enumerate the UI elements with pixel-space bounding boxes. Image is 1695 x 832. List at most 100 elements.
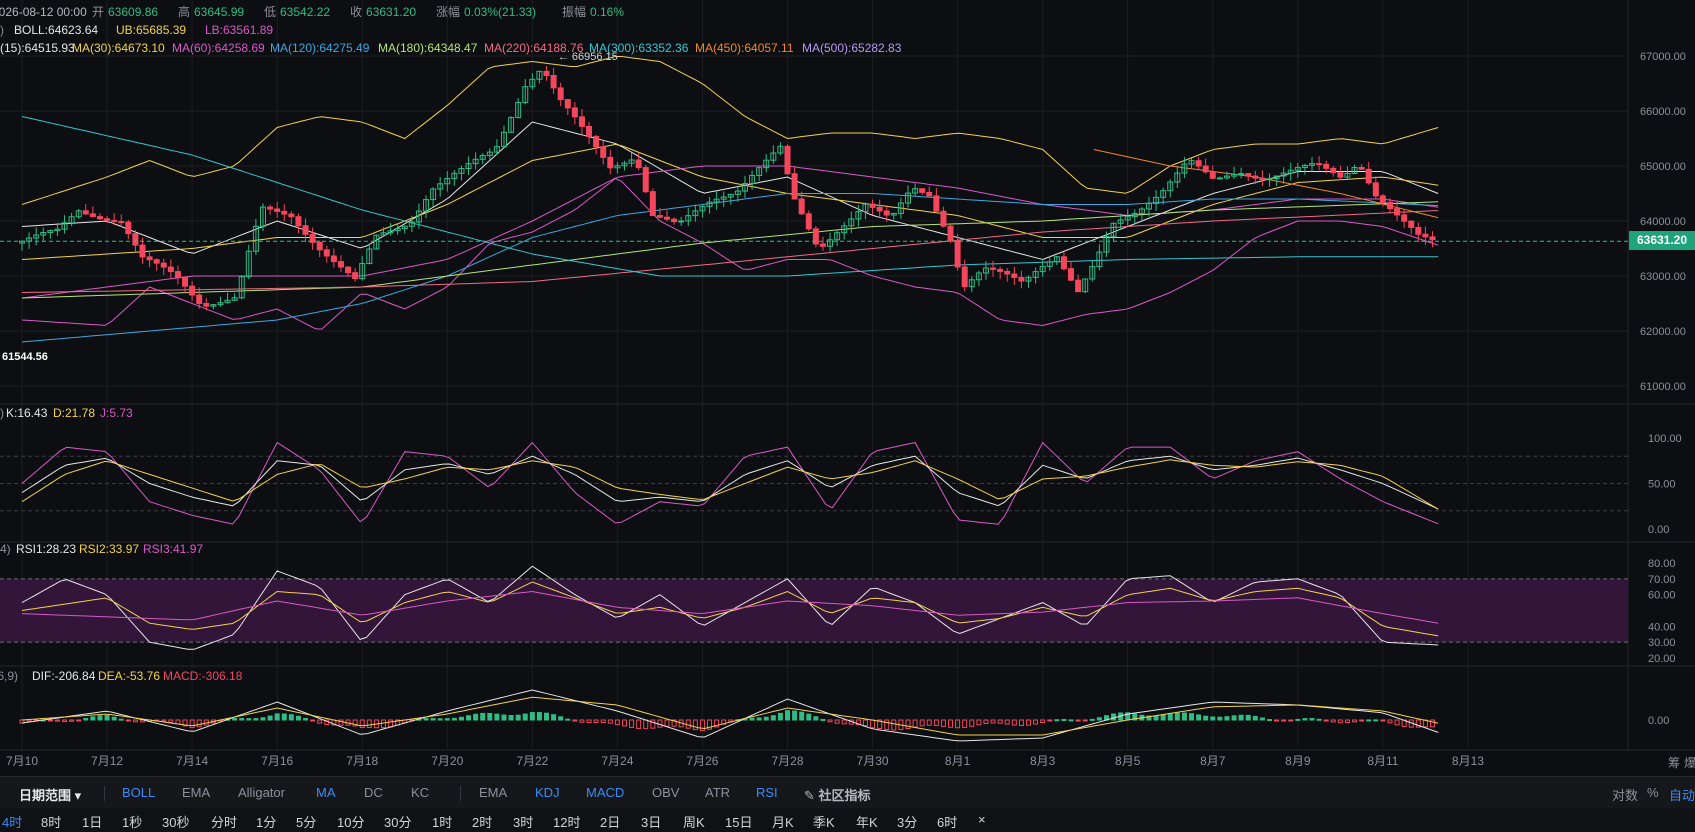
timeframe-6[interactable]: 1分	[256, 812, 276, 831]
timeframe-17[interactable]: 15日	[725, 812, 752, 831]
candle[interactable]	[302, 225, 309, 235]
candle[interactable]	[1068, 268, 1075, 281]
candle[interactable]	[564, 99, 571, 109]
candle[interactable]	[1075, 279, 1082, 293]
candle[interactable]	[649, 191, 656, 217]
candle[interactable]	[1266, 178, 1273, 181]
candle[interactable]	[132, 233, 139, 246]
log-scale-toggle[interactable]: 对数	[1612, 785, 1638, 804]
date-range-button[interactable]: 日期范围 ▾	[19, 785, 81, 804]
candle[interactable]	[593, 135, 600, 148]
candle[interactable]	[1365, 168, 1372, 184]
candle[interactable]	[550, 75, 557, 89]
timeframe-5[interactable]: 分时	[211, 812, 237, 831]
candle[interactable]	[288, 213, 295, 218]
candle[interactable]	[578, 116, 585, 127]
timeframe-21[interactable]: 3分	[897, 812, 917, 831]
candle[interactable]	[1238, 173, 1245, 176]
candle[interactable]	[947, 225, 954, 241]
candle[interactable]	[1018, 276, 1025, 282]
indicator-ema[interactable]: EMA	[182, 785, 210, 800]
candle[interactable]	[1202, 165, 1209, 173]
candle[interactable]	[274, 208, 281, 212]
candle[interactable]	[571, 107, 578, 118]
candle[interactable]	[1245, 173, 1252, 177]
timeframe-7[interactable]: 5分	[296, 812, 316, 831]
candle[interactable]	[997, 268, 1004, 272]
candle[interactable]	[118, 220, 125, 223]
candle[interactable]	[104, 218, 111, 221]
candle[interactable]	[543, 70, 550, 77]
candle[interactable]	[146, 256, 153, 261]
close-timeframes-icon[interactable]: ×	[978, 812, 986, 827]
candle[interactable]	[1330, 167, 1337, 174]
candle[interactable]	[1323, 163, 1330, 169]
candle[interactable]	[664, 216, 671, 220]
candle[interactable]	[805, 213, 812, 230]
candle[interactable]	[337, 261, 344, 268]
indicator-obv[interactable]: OBV	[652, 785, 679, 800]
candle[interactable]	[954, 239, 961, 268]
candle[interactable]	[125, 221, 132, 235]
candle[interactable]	[196, 294, 203, 304]
auto-scale-toggle[interactable]: 自动	[1669, 785, 1695, 804]
timeframe-13[interactable]: 12时	[553, 812, 580, 831]
candle[interactable]	[1372, 182, 1379, 197]
candle[interactable]	[1337, 172, 1344, 178]
indicator-alligator[interactable]: Alligator	[238, 785, 285, 800]
timeframe-19[interactable]: 季K	[813, 812, 835, 831]
community-indicators-button[interactable]: ✎ 社区指标	[804, 785, 871, 804]
candle[interactable]	[635, 159, 642, 169]
candle[interactable]	[607, 156, 614, 169]
indicator-ma[interactable]: MA	[316, 785, 336, 800]
candle[interactable]	[798, 198, 805, 215]
candle[interactable]	[819, 243, 826, 247]
timeframe-14[interactable]: 2日	[600, 812, 620, 831]
candle[interactable]	[203, 302, 210, 307]
candle[interactable]	[1209, 171, 1216, 179]
candle[interactable]	[961, 266, 968, 288]
candle[interactable]	[1379, 195, 1386, 203]
candle[interactable]	[316, 241, 323, 251]
candle[interactable]	[189, 285, 196, 296]
candle[interactable]	[990, 267, 997, 270]
indicator-kc[interactable]: KC	[411, 785, 429, 800]
candle[interactable]	[167, 266, 174, 273]
candle[interactable]	[600, 146, 607, 158]
candle[interactable]	[160, 262, 167, 268]
candle[interactable]	[182, 276, 189, 287]
candle[interactable]	[139, 244, 146, 258]
percent-scale-toggle[interactable]: %	[1647, 785, 1659, 800]
timeframe-22[interactable]: 6时	[937, 812, 957, 831]
candle[interactable]	[557, 87, 564, 101]
indicator-ema-sub[interactable]: EMA	[479, 785, 507, 800]
timeframe-3[interactable]: 1秒	[122, 812, 142, 831]
candle[interactable]	[1401, 214, 1408, 222]
price-chart[interactable]: 67000.00 66000.00 65000.00 64000.00 63000.00…	[0, 0, 1695, 776]
candle[interactable]	[876, 206, 883, 212]
candle[interactable]	[82, 210, 89, 215]
candle[interactable]	[1060, 256, 1067, 270]
indicator-boll[interactable]: BOLL	[122, 785, 155, 800]
indicator-rsi[interactable]: RSI	[756, 785, 778, 800]
timeframe-11[interactable]: 2时	[472, 812, 492, 831]
timeframe-2[interactable]: 1日	[82, 812, 102, 831]
candle[interactable]	[784, 145, 791, 175]
candle[interactable]	[281, 210, 288, 215]
candle[interactable]	[1316, 163, 1323, 166]
candle[interactable]	[1415, 226, 1422, 235]
timeframe-15[interactable]: 3日	[641, 812, 661, 831]
candle[interactable]	[1252, 175, 1259, 179]
candle[interactable]	[933, 195, 940, 212]
indicator-dc[interactable]: DC	[364, 785, 383, 800]
timeframe-16[interactable]: 周K	[683, 812, 705, 831]
candle[interactable]	[1386, 201, 1393, 210]
candle[interactable]	[1195, 160, 1202, 167]
candle[interactable]	[89, 213, 96, 218]
candle[interactable]	[330, 255, 337, 263]
candle[interactable]	[1259, 177, 1266, 181]
candle[interactable]	[174, 271, 181, 278]
candle[interactable]	[1422, 233, 1429, 238]
timeframe-10[interactable]: 1时	[432, 812, 452, 831]
candle[interactable]	[295, 216, 302, 227]
